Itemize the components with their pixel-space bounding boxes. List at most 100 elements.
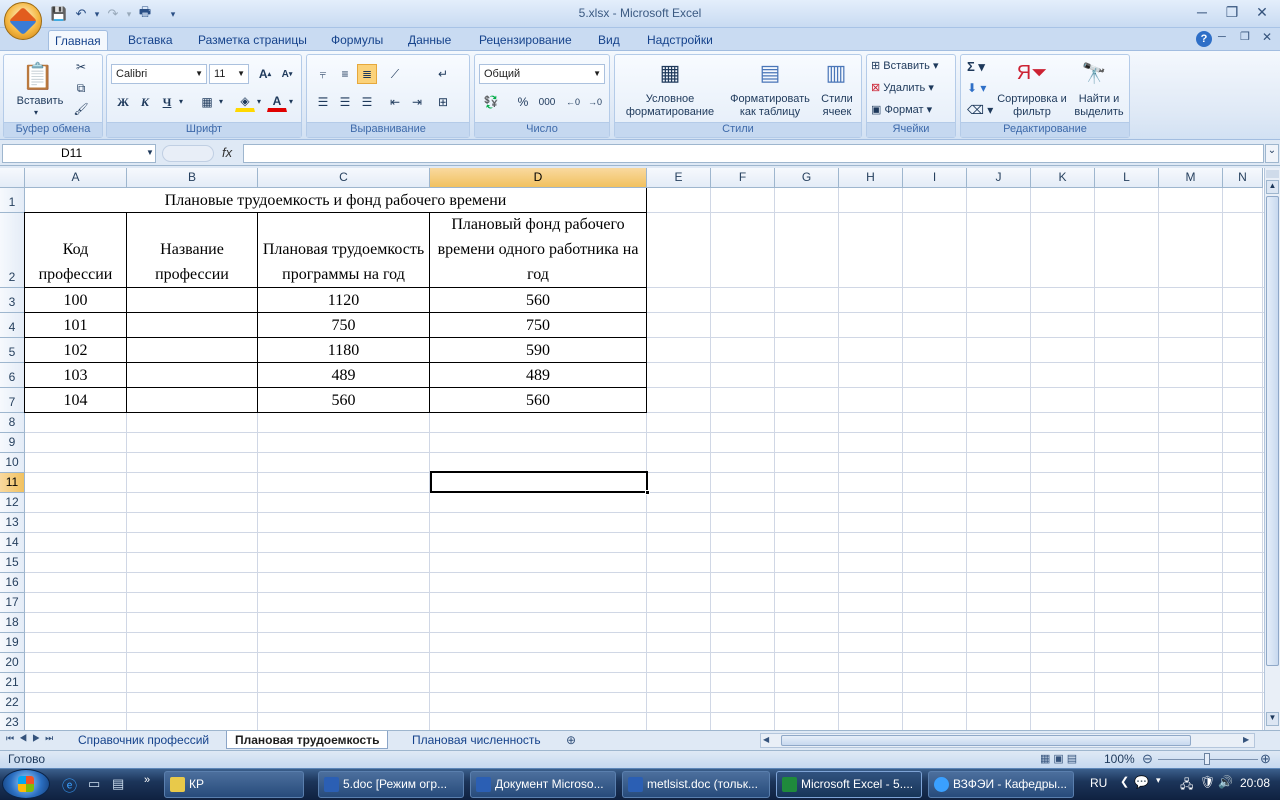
- merge-center-icon[interactable]: ⊞: [433, 92, 453, 112]
- app-quicklaunch-icon[interactable]: ▤: [112, 776, 124, 792]
- select-all-corner[interactable]: [0, 168, 25, 188]
- formula-input[interactable]: [243, 144, 1264, 163]
- format-as-table-button[interactable]: Форматировать как таблицу: [725, 93, 815, 119]
- language-indicator[interactable]: RU: [1090, 776, 1107, 790]
- zoom-slider-thumb[interactable]: [1204, 753, 1210, 765]
- row-header-22[interactable]: 22: [0, 693, 25, 713]
- scroll-up-icon[interactable]: ▲: [1266, 180, 1279, 194]
- show-desktop-icon[interactable]: ▭: [88, 776, 100, 792]
- insert-sheet-icon[interactable]: ⊕: [566, 733, 576, 747]
- borders-icon[interactable]: ▦: [197, 92, 217, 112]
- table-cell[interactable]: 100: [24, 287, 127, 313]
- row-header-16[interactable]: 16: [0, 573, 25, 593]
- sheet-tab-professions[interactable]: Справочник профессий: [70, 731, 217, 749]
- row-header-12[interactable]: 12: [0, 493, 25, 513]
- active-cell-selection[interactable]: [430, 471, 648, 493]
- align-center-icon[interactable]: ☰: [335, 92, 355, 112]
- insert-function-icon[interactable]: fx: [222, 145, 232, 160]
- cell-styles-button[interactable]: Стили ячеек: [817, 93, 857, 119]
- paste-button[interactable]: Вставить: [10, 95, 70, 108]
- row-header-10[interactable]: 10: [0, 453, 25, 473]
- name-box[interactable]: D11: [2, 144, 156, 163]
- shrink-font-icon[interactable]: A ▾: [277, 64, 297, 84]
- table-cell[interactable]: [126, 287, 258, 313]
- italic-button[interactable]: К: [135, 92, 155, 112]
- table-cell[interactable]: 101: [24, 312, 127, 338]
- number-format-combo[interactable]: Общий ▼: [479, 64, 605, 84]
- tab-insert[interactable]: Вставка: [122, 30, 179, 50]
- column-header-c[interactable]: C: [258, 168, 430, 188]
- column-header-i[interactable]: I: [903, 168, 967, 188]
- row-header-15[interactable]: 15: [0, 553, 25, 573]
- row-header-2[interactable]: 2: [0, 213, 25, 288]
- underline-button[interactable]: Ч: [157, 92, 177, 112]
- maximize-icon[interactable]: ❐: [1220, 2, 1244, 22]
- table-cell[interactable]: [126, 362, 258, 388]
- format-cells-button[interactable]: ▣ Формат ▾: [871, 103, 932, 116]
- font-color-icon[interactable]: A: [267, 92, 287, 112]
- table-cell[interactable]: 750: [257, 312, 430, 338]
- doc-restore-icon[interactable]: ❐: [1240, 30, 1250, 43]
- column-header-g[interactable]: G: [775, 168, 839, 188]
- row-header-3[interactable]: 3: [0, 288, 25, 313]
- align-right-icon[interactable]: ☰: [357, 92, 377, 112]
- wrap-text-icon[interactable]: ↵: [433, 64, 453, 84]
- sheet-tab-headcount[interactable]: Плановая численность: [404, 731, 549, 749]
- vertical-scroll-thumb[interactable]: [1266, 196, 1279, 666]
- column-header-n[interactable]: N: [1223, 168, 1263, 188]
- taskbar-item-metlsist[interactable]: metlsist.doc (тольк...: [622, 771, 770, 798]
- doc-minimize-icon[interactable]: ─: [1218, 31, 1226, 43]
- help-icon[interactable]: ?: [1196, 31, 1212, 47]
- align-bottom-icon[interactable]: ≣: [357, 64, 377, 84]
- tray-expand-icon[interactable]: ❮: [1120, 775, 1129, 788]
- row-header-6[interactable]: 6: [0, 363, 25, 388]
- tab-data[interactable]: Данные: [402, 30, 457, 50]
- table-cell[interactable]: [126, 387, 258, 413]
- table-cell[interactable]: 590: [429, 337, 647, 363]
- grow-font-icon[interactable]: A ▴: [255, 64, 275, 84]
- spreadsheet-grid[interactable]: ABCDEFGHIJKLMN 1 2 3 4 5 6 7 8 9 10 11 12 13 14 15 16 17…: [0, 168, 1264, 730]
- decrease-decimal-icon[interactable]: →0: [585, 92, 605, 112]
- orientation-icon[interactable]: ⟋: [385, 64, 405, 84]
- split-box[interactable]: [1266, 170, 1279, 178]
- zoom-in-icon[interactable]: ⊕: [1260, 751, 1271, 767]
- scroll-right-icon[interactable]: ▶: [1243, 735, 1249, 744]
- table-header-cell[interactable]: Название профессии: [126, 212, 258, 288]
- table-cell[interactable]: 560: [429, 387, 647, 413]
- row-header-17[interactable]: 17: [0, 593, 25, 613]
- column-header-a[interactable]: A: [25, 168, 127, 188]
- clock[interactable]: 20:08: [1240, 776, 1270, 790]
- messenger-tray-icon[interactable]: 💬: [1134, 775, 1149, 789]
- tab-view[interactable]: Вид: [592, 30, 626, 50]
- font-color-dropdown-icon[interactable]: ▾: [289, 97, 293, 106]
- row-header-19[interactable]: 19: [0, 633, 25, 653]
- close-icon[interactable]: ✕: [1250, 2, 1274, 22]
- security-tray-icon[interactable]: 🛡: [1200, 775, 1215, 789]
- scroll-left-icon[interactable]: ◀: [763, 735, 769, 744]
- percent-format-icon[interactable]: %: [513, 92, 533, 112]
- column-header-m[interactable]: M: [1159, 168, 1223, 188]
- copy-icon[interactable]: ⧉: [72, 79, 90, 97]
- tab-formulas[interactable]: Формулы: [325, 30, 389, 50]
- table-header-cell[interactable]: Плановый фонд рабочего времени одного ра…: [429, 212, 647, 288]
- taskbar-item-5doc[interactable]: 5.doc [Режим огр...: [318, 771, 464, 798]
- horizontal-scroll-thumb[interactable]: [781, 735, 1191, 746]
- clear-icon[interactable]: ⌫ ▾: [967, 103, 993, 117]
- borders-dropdown-icon[interactable]: ▾: [219, 97, 223, 106]
- table-header-cell[interactable]: Код профессии: [24, 212, 127, 288]
- taskbar-item-word-doc[interactable]: Документ Microso...: [470, 771, 616, 798]
- align-middle-icon[interactable]: ≡: [335, 64, 355, 84]
- table-cell[interactable]: [126, 312, 258, 338]
- table-cell[interactable]: 1180: [257, 337, 430, 363]
- row-header-4[interactable]: 4: [0, 313, 25, 338]
- horizontal-scrollbar[interactable]: ◀ ▶: [760, 733, 1255, 748]
- delete-cells-button[interactable]: ⊠ Удалить ▾: [871, 81, 934, 94]
- table-cell[interactable]: 560: [429, 287, 647, 313]
- table-header-cell[interactable]: Плановая трудоемкость программы на год: [257, 212, 430, 288]
- tab-addins[interactable]: Надстройки: [641, 30, 719, 50]
- tab-review[interactable]: Рецензирование: [473, 30, 578, 50]
- ie-quicklaunch-icon[interactable]: ⓔ: [62, 775, 77, 796]
- row-header-11[interactable]: 11: [0, 473, 25, 493]
- decrease-indent-icon[interactable]: ⇤: [385, 92, 405, 112]
- minimize-icon[interactable]: ─: [1190, 2, 1214, 22]
